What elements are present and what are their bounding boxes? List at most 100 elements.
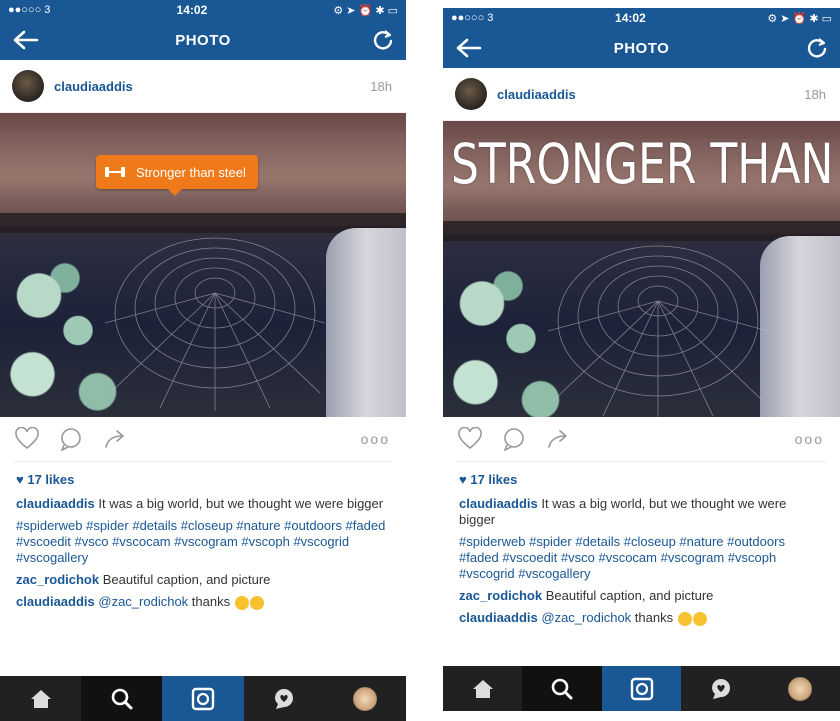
comment-2: claudiaaddis @zac_rodichok thanks	[16, 594, 390, 610]
comment-text: Beautiful caption, and picture	[102, 572, 271, 587]
camera-icon	[191, 687, 215, 710]
post-username[interactable]: claudiaaddis	[54, 79, 133, 94]
tab-camera[interactable]	[601, 666, 682, 711]
comment-1: zac_rodichok Beautiful caption, and pict…	[459, 588, 824, 604]
likes-label: 17 likes	[470, 472, 518, 487]
caption-username[interactable]: claudiaaddis	[16, 496, 95, 511]
home-icon	[30, 689, 51, 708]
caption-text: It was a big world, but we thought we we…	[98, 496, 384, 511]
tab-profile[interactable]	[761, 666, 840, 711]
refresh-icon[interactable]	[372, 29, 394, 51]
phone-screen-left: ●●○○○ 3 14:02 ⚙ ➤ ⏰ ✱ ▭ PHOTO claudiaadd…	[0, 0, 406, 721]
hashtags[interactable]: #spiderweb #spider #details #closeup #na…	[459, 534, 824, 582]
photo-rock	[326, 228, 406, 417]
post-time: 18h	[370, 78, 392, 94]
phone-screen-right: ●●○○○ 3 14:02 ⚙ ➤ ⏰ ✱ ▭ PHOTO claudiaadd…	[443, 0, 840, 721]
comment-text: thanks	[191, 594, 231, 609]
heart-icon[interactable]	[14, 427, 40, 451]
smile-emoji-icon	[692, 611, 707, 626]
refresh-icon[interactable]	[806, 37, 828, 59]
photo-tag[interactable]: Stronger than steel	[96, 155, 258, 196]
share-icon[interactable]	[102, 427, 128, 451]
nav-bar: PHOTO	[0, 20, 406, 60]
photo-overlay-text: STRONGER THAN STEEL	[451, 133, 840, 197]
comment-text: Beautiful caption, and picture	[545, 588, 714, 603]
search-icon	[551, 678, 573, 699]
likes-count[interactable]: ♥ 17 likes	[459, 472, 824, 488]
status-bar: ●●○○○ 3 14:02 ⚙ ➤ ⏰ ✱ ▭	[0, 0, 406, 20]
comment-username[interactable]: claudiaaddis	[459, 610, 538, 625]
avatar[interactable]	[12, 70, 44, 102]
post-header: claudiaaddis 18h	[443, 68, 840, 121]
post-username[interactable]: claudiaaddis	[497, 87, 576, 102]
comment-text: thanks	[634, 610, 674, 625]
comment-username[interactable]: zac_rodichok	[16, 572, 99, 587]
smile-emoji-icon	[677, 611, 692, 626]
post-details: ♥ 17 likes claudiaaddis It was a big wor…	[0, 462, 406, 610]
search-icon	[111, 688, 133, 709]
comment-username[interactable]: zac_rodichok	[459, 588, 542, 603]
tab-profile[interactable]	[325, 676, 406, 721]
caption: claudiaaddis It was a big world, but we …	[459, 496, 824, 528]
comment-mention[interactable]: @zac_rodichok	[541, 610, 631, 625]
page-title: PHOTO	[175, 31, 231, 49]
spiderweb-graphic	[547, 245, 769, 417]
dumbbell-icon	[105, 167, 125, 177]
tab-home[interactable]	[443, 666, 522, 711]
comment-icon[interactable]	[58, 427, 84, 451]
likes-count[interactable]: ♥ 17 likes	[16, 472, 390, 488]
activity-icon	[711, 678, 730, 699]
post-photo[interactable]: Stronger than steel	[0, 113, 406, 417]
spiderweb-graphic	[104, 237, 326, 411]
likes-label: 17 likes	[27, 472, 75, 487]
more-options-icon[interactable]: ooo	[361, 431, 390, 447]
tab-bar	[443, 666, 840, 711]
more-options-icon[interactable]: ooo	[795, 431, 824, 447]
comment-username[interactable]: claudiaaddis	[16, 594, 95, 609]
clock: 14:02	[176, 3, 208, 17]
battery-icon: ⚙ ➤ ⏰ ✱ ▭	[767, 12, 832, 25]
tab-search[interactable]	[522, 666, 602, 711]
comment-icon[interactable]	[501, 427, 527, 451]
carrier-signal: ●●○○○ 3	[451, 12, 494, 24]
status-bar: ●●○○○ 3 14:02 ⚙ ➤ ⏰ ✱ ▭	[443, 8, 840, 28]
carrier-signal: ●●○○○ 3	[8, 4, 51, 16]
top-bar: ●●○○○ 3 14:02 ⚙ ➤ ⏰ ✱ ▭ PHOTO	[0, 0, 406, 60]
clock: 14:02	[615, 11, 646, 25]
back-arrow-icon[interactable]	[455, 37, 483, 59]
page-title: PHOTO	[613, 39, 670, 57]
tab-activity[interactable]	[681, 666, 760, 711]
tab-home[interactable]	[0, 676, 81, 721]
share-icon[interactable]	[545, 427, 571, 451]
caption-username[interactable]: claudiaaddis	[459, 496, 538, 511]
hashtags[interactable]: #spiderweb #spider #details #closeup #na…	[16, 518, 390, 566]
avatar[interactable]	[455, 78, 487, 110]
comment-1: zac_rodichok Beautiful caption, and pict…	[16, 572, 390, 588]
nav-bar: PHOTO	[443, 28, 840, 68]
camera-icon	[630, 677, 653, 700]
post-time: 18h	[804, 86, 826, 102]
comment-2: claudiaaddis @zac_rodichok thanks	[459, 610, 824, 626]
smile-emoji-icon	[234, 595, 249, 610]
top-bar: ●●○○○ 3 14:02 ⚙ ➤ ⏰ ✱ ▭ PHOTO	[443, 8, 840, 68]
photo-tag-label: Stronger than steel	[136, 164, 246, 180]
battery-icon: ⚙ ➤ ⏰ ✱ ▭	[333, 4, 398, 17]
activity-icon	[275, 688, 294, 709]
home-icon	[472, 679, 493, 698]
tab-activity[interactable]	[244, 676, 325, 721]
post-actions: ooo	[0, 417, 406, 461]
comment-mention[interactable]: @zac_rodichok	[98, 594, 188, 609]
tab-bar	[0, 676, 406, 721]
back-arrow-icon[interactable]	[12, 29, 40, 51]
heart-icon[interactable]	[457, 427, 483, 451]
profile-icon	[353, 686, 378, 711]
post-actions: ooo	[443, 417, 840, 461]
post-photo[interactable]: STRONGER THAN STEEL	[443, 121, 840, 417]
smile-emoji-icon	[249, 595, 264, 610]
caption: claudiaaddis It was a big world, but we …	[16, 496, 390, 512]
tab-search[interactable]	[81, 676, 163, 721]
profile-icon	[788, 676, 813, 701]
post-header: claudiaaddis 18h	[0, 60, 406, 113]
tab-camera[interactable]	[162, 676, 244, 721]
post-details: ♥ 17 likes claudiaaddis It was a big wor…	[443, 462, 840, 626]
